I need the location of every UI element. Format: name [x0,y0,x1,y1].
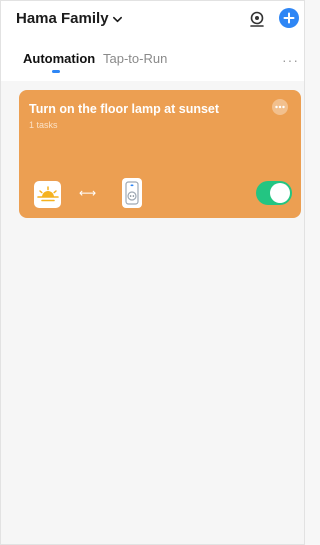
home-selector[interactable]: Hama Family [16,10,123,27]
tab-bar: Automation Tap-to-Run ··· [1,45,304,81]
sunset-icon [36,185,59,201]
card-more-button[interactable] [272,99,288,115]
active-tab-indicator [52,70,60,73]
more-options-icon[interactable]: ··· [282,52,299,68]
toggle-knob [270,183,290,203]
automation-task-count: 1 tasks [29,120,58,130]
camera-icon[interactable] [248,10,266,28]
home-name: Hama Family [16,10,109,27]
condition-tile [34,181,61,208]
tab-tap-to-run[interactable]: Tap-to-Run [103,51,167,66]
more-horizontal-icon [275,105,285,109]
add-button[interactable] [279,8,299,28]
automation-card[interactable]: Turn on the floor lamp at sunset 1 tasks… [19,90,301,218]
automation-toggle[interactable] [256,181,292,205]
header: Hama Family Automation Tap-to-Run ··· [1,1,304,81]
chevron-down-icon [112,16,122,23]
smart-plug-icon [125,181,139,205]
automation-screen: Hama Family Automation Tap-to-Run ··· Tu… [0,0,305,545]
arrow-icon: ⟷ [79,186,97,200]
tab-automation[interactable]: Automation [23,51,95,66]
action-tile [122,178,142,208]
add-icon [283,12,295,24]
automation-title: Turn on the floor lamp at sunset [29,102,220,116]
